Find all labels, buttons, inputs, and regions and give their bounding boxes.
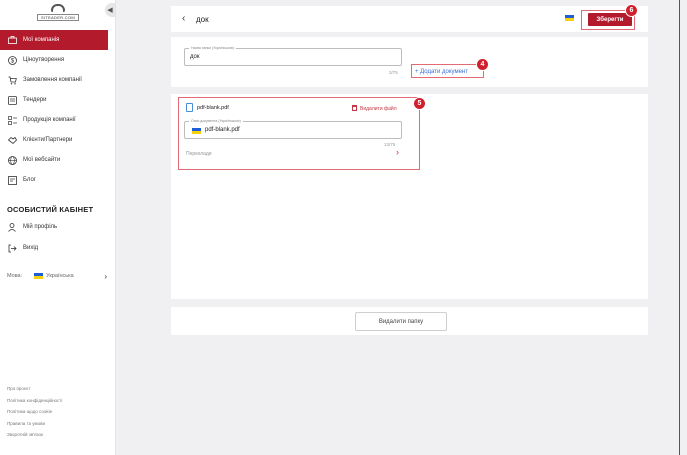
trash-icon — [352, 105, 357, 111]
footer-link[interactable]: Зворотній зв'язок — [7, 429, 62, 441]
step-badge: 5 — [413, 97, 426, 110]
footer-link[interactable]: Про проєкт — [7, 383, 62, 395]
chevron-right-icon[interactable]: › — [396, 147, 399, 157]
sidebar-item-tenders[interactable]: Тендери — [0, 90, 108, 110]
logout-link[interactable]: Вихід — [7, 241, 38, 255]
dollar-icon: $ — [7, 55, 17, 65]
folder-name-value: док — [190, 54, 200, 60]
chevron-right-icon: › — [104, 271, 107, 281]
profile-label: Мій профіль — [23, 224, 58, 230]
document-description-field[interactable]: Опис документа (Українською) pdf-blank.p… — [184, 119, 402, 139]
footer-link[interactable]: Правила та умови — [7, 418, 62, 430]
sidebar-item-label: Мої вебсайти — [23, 157, 61, 163]
sidebar-item-label: Тендери — [23, 97, 47, 103]
back-chevron-icon[interactable]: ‹ — [182, 13, 185, 24]
footer-link[interactable]: Політика конфіденційності — [7, 395, 62, 407]
logo[interactable]: SITEADER.COM — [36, 4, 80, 24]
delete-folder-button[interactable]: Видалити папку — [355, 312, 447, 331]
step-badge: 4 — [476, 58, 489, 71]
collapse-sidebar-button[interactable]: ◀ — [105, 3, 115, 17]
sidebar-item-products[interactable]: Продукція компанії — [0, 110, 108, 130]
logo-icon — [51, 4, 65, 12]
add-document-link[interactable]: + Додати документ — [415, 69, 468, 75]
folder-name-counter: 3/75 — [389, 70, 398, 75]
sidebar-menu: Мої компанія $ Ціноутворення Замовлення … — [0, 30, 108, 190]
sidebar-item-clients[interactable]: Клієнти/Партнери — [0, 130, 108, 150]
document-description-counter: 13/75 — [384, 142, 396, 147]
delete-file-label: Видалити файл — [360, 106, 397, 112]
document-description-value: pdf-blank.pdf — [205, 127, 240, 133]
list-icon — [7, 115, 17, 125]
globe-icon — [7, 155, 17, 165]
user-icon — [7, 222, 17, 232]
file-name: pdf-blank.pdf — [197, 105, 229, 111]
sidebar-item-my-company[interactable]: Мої компанія — [0, 30, 108, 50]
briefcase-icon — [7, 35, 17, 45]
folder-name-field[interactable]: Назва папки (Українською) док — [184, 46, 402, 66]
field-label: Опис документа (Українською) — [189, 119, 243, 123]
sidebar-item-label: Мої компанія — [23, 37, 60, 43]
ukraine-flag-icon — [34, 273, 44, 279]
sidebar-item-label: Замовлення компанії — [23, 77, 82, 83]
language-label: Мова: — [7, 273, 23, 279]
window-edge — [679, 0, 680, 455]
delete-file-button[interactable]: Видалити файл — [352, 105, 397, 112]
sidebar-item-websites[interactable]: Мої вебсайти — [0, 150, 108, 170]
language-value: Українська — [46, 273, 74, 279]
logo-text: SITEADER.COM — [36, 14, 80, 21]
page-title: док — [196, 15, 209, 24]
save-button[interactable]: Зберегти — [588, 13, 632, 26]
svg-text:$: $ — [10, 58, 14, 64]
field-label: Назва папки (Українською) — [189, 46, 237, 50]
footer-links: Про проєкт Політика конфіденційності Пол… — [7, 383, 62, 441]
footer-link[interactable]: Політика щодо cookie — [7, 406, 62, 418]
profile-link[interactable]: Мій профіль — [7, 220, 57, 234]
pdf-file-icon — [186, 103, 193, 112]
sidebar-item-blog[interactable]: Блог — [0, 170, 108, 190]
ukraine-flag-icon — [192, 128, 201, 134]
sidebar-item-pricing[interactable]: $ Ціноутворення — [0, 50, 108, 70]
translations-label[interactable]: Переклади — [186, 151, 212, 157]
sidebar-item-orders[interactable]: Замовлення компанії — [0, 70, 108, 90]
sidebar: SITEADER.COM ◀ Мої компанія $ Ціноутворе… — [0, 0, 116, 455]
cabinet-title: ОСОБИСТИЙ КАБІНЕТ — [7, 205, 94, 214]
sidebar-item-label: Клієнти/Партнери — [23, 137, 73, 143]
language-selector[interactable]: Мова: Українська › — [7, 270, 107, 282]
cart-icon — [7, 75, 17, 85]
tender-icon — [7, 95, 17, 105]
ukraine-flag-icon[interactable] — [565, 15, 574, 21]
blog-icon — [7, 175, 17, 185]
sidebar-item-label: Ціноутворення — [23, 57, 65, 63]
sidebar-item-label: Блог — [23, 177, 36, 183]
logout-icon — [7, 244, 17, 253]
sidebar-item-label: Продукція компанії — [23, 117, 76, 123]
header-card — [171, 6, 648, 32]
step-badge: 6 — [625, 4, 638, 17]
handshake-icon — [7, 135, 17, 145]
logout-label: Вихід — [23, 245, 39, 251]
